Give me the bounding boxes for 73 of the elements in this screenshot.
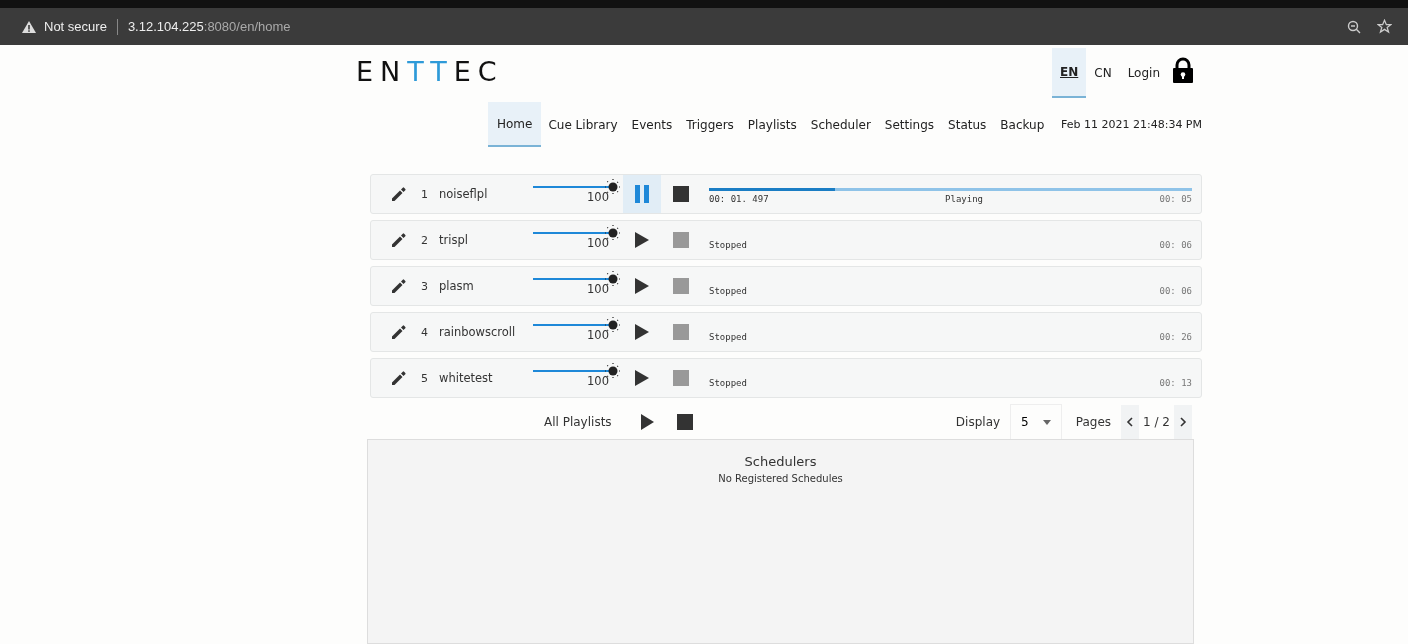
row-number: 3: [421, 279, 429, 293]
stop-icon: [672, 323, 690, 341]
status-text: Playing: [944, 194, 984, 204]
stop-icon: [672, 369, 690, 387]
playlist-name: whitetest: [439, 371, 494, 385]
lock-icon[interactable]: [1172, 57, 1194, 83]
intensity-value: 100: [587, 282, 609, 296]
duration: 00: 13: [1159, 378, 1192, 388]
display-label: Display: [955, 414, 1001, 429]
playlist-name: plasm: [439, 279, 475, 293]
duration: 00: 05: [1159, 194, 1192, 204]
star-icon[interactable]: [1377, 19, 1392, 34]
page-indicator: 1 / 2: [1142, 414, 1171, 429]
play-icon: [634, 277, 650, 295]
nav-tab[interactable]: Triggers: [679, 102, 741, 147]
row-number: 5: [421, 371, 429, 385]
pages-label: Pages: [1075, 414, 1112, 429]
stop-icon: [672, 185, 690, 203]
warning-icon: [22, 20, 36, 33]
empty-message: No Registered Schedules: [718, 473, 843, 484]
playlist-name: rainbowscroll: [439, 325, 517, 339]
nav-tab[interactable]: Status: [941, 102, 994, 147]
edit-icon[interactable]: [390, 369, 408, 387]
date-time: Feb 11 2021 21:48:34 PM: [1061, 118, 1202, 131]
chevron-right-icon: [1179, 416, 1187, 427]
stop-icon: [672, 277, 690, 295]
edit-icon[interactable]: [390, 185, 408, 203]
status-text: Stopped: [709, 286, 748, 296]
next-page-button[interactable]: [1174, 404, 1192, 439]
play-icon: [634, 369, 650, 387]
pause-icon: [634, 184, 650, 204]
caret-icon: [1042, 419, 1051, 425]
nav-tab[interactable]: Home: [488, 102, 542, 147]
play-icon: [634, 323, 650, 341]
intensity-value: 100: [587, 236, 609, 250]
duration: 00: 26: [1159, 332, 1192, 342]
nav-tab[interactable]: Scheduler: [803, 102, 878, 147]
url-field[interactable]: 3.12.104.225:8080/en/home: [127, 19, 291, 34]
edit-icon[interactable]: [390, 323, 408, 341]
edit-icon[interactable]: [390, 231, 408, 249]
status-text: Stopped: [709, 240, 748, 250]
elapsed-time: 00: 01. 497: [709, 194, 769, 204]
playlist-name: noiseflpl: [439, 187, 489, 201]
language-tab[interactable]: EN: [1052, 48, 1087, 98]
language-tab[interactable]: CN: [1086, 48, 1120, 98]
security-label: Not secure: [44, 19, 107, 34]
chevron-left-icon: [1126, 416, 1135, 427]
intensity-value: 100: [587, 190, 609, 204]
stop-icon[interactable]: [675, 412, 694, 431]
status-text: Stopped: [709, 378, 748, 388]
play-icon: [634, 231, 650, 249]
nav-tab[interactable]: Cue Library: [541, 102, 625, 147]
nav-tab[interactable]: Playlists: [740, 102, 804, 147]
login-link[interactable]: Login: [1127, 66, 1160, 80]
all-playlists-label: All Playlists: [544, 414, 612, 429]
duration: 00: 06: [1159, 286, 1192, 296]
nav-tab[interactable]: Events: [624, 102, 680, 147]
duration: 00: 06: [1159, 240, 1192, 250]
logo: EN TT EC: [356, 55, 504, 87]
row-number: 4: [421, 325, 429, 339]
panel-title: Schedulers: [744, 454, 817, 469]
playlist-name: trispl: [439, 233, 469, 247]
zoom-icon[interactable]: [1347, 19, 1361, 34]
nav-tab[interactable]: Settings: [877, 102, 942, 147]
row-number: 2: [421, 233, 429, 247]
stop-icon: [672, 231, 690, 249]
intensity-value: 100: [587, 374, 609, 388]
previous-page-button[interactable]: [1121, 404, 1140, 439]
nav-tab[interactable]: Backup: [993, 102, 1052, 147]
row-number: 1: [421, 187, 429, 201]
edit-icon[interactable]: [390, 277, 408, 295]
intensity-value: 100: [587, 328, 609, 342]
status-text: Stopped: [709, 332, 748, 342]
